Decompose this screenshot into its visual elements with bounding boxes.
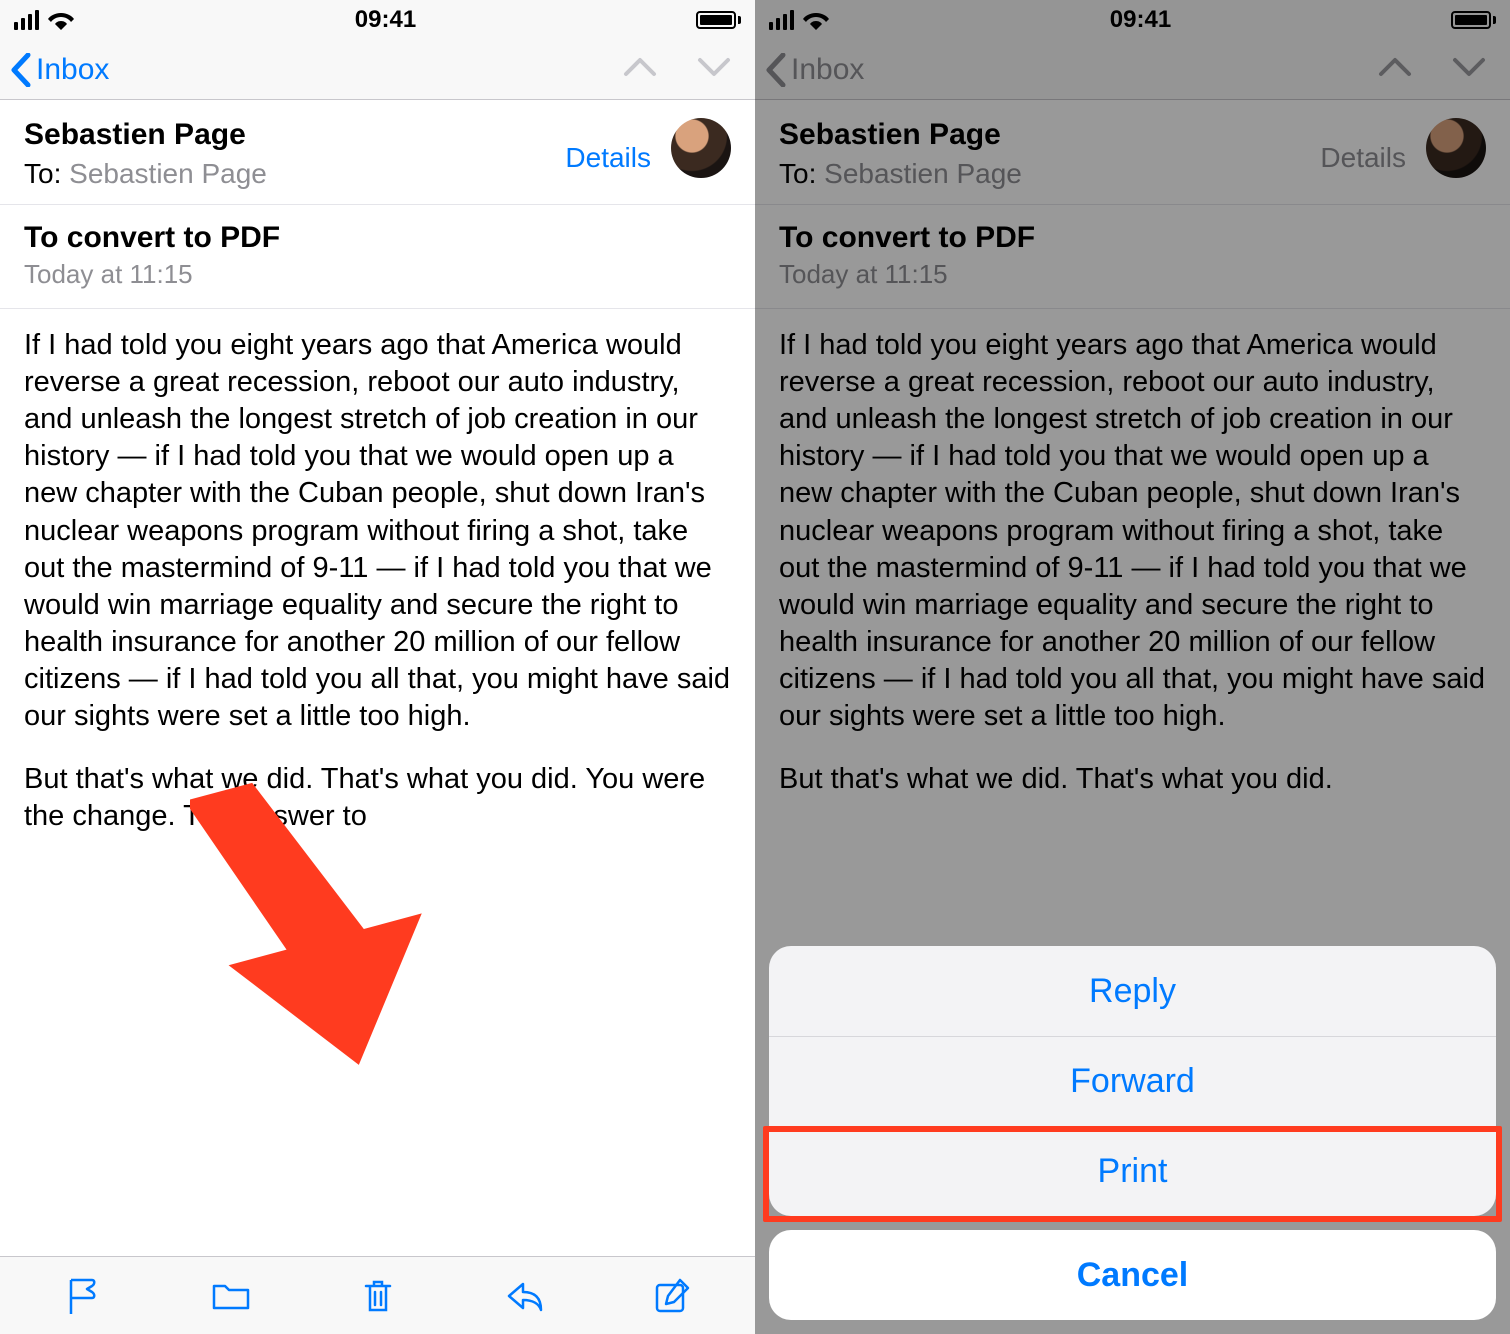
sheet-reply-button[interactable]: Reply: [769, 946, 1496, 1036]
avatar[interactable]: [671, 118, 731, 178]
flag-button[interactable]: [62, 1274, 106, 1318]
back-button[interactable]: Inbox: [10, 53, 109, 87]
battery-icon: [696, 11, 741, 29]
body-paragraph-2: But that's what we did. That's what you …: [779, 761, 1486, 798]
prev-message-button: [1378, 56, 1412, 83]
trash-button[interactable]: [356, 1274, 400, 1318]
to-label: To:: [24, 158, 61, 189]
nav-bar: Inbox: [755, 40, 1510, 100]
prev-message-button[interactable]: [623, 56, 657, 83]
sheet-forward-button[interactable]: Forward: [769, 1036, 1496, 1126]
toolbar: [0, 1256, 755, 1334]
wifi-icon: [802, 10, 830, 30]
sheet-cancel-button[interactable]: Cancel: [769, 1230, 1496, 1320]
subject: To convert to PDF: [24, 221, 731, 255]
mail-header: Sebastien Page To: Sebastien Page Detail…: [0, 100, 755, 205]
back-button[interactable]: Inbox: [765, 53, 864, 87]
wifi-icon: [47, 10, 75, 30]
body-paragraph-1: If I had told you eight years ago that A…: [779, 327, 1486, 735]
to-label: To:: [779, 158, 816, 189]
body-paragraph-2: But that's what we did. That's what you …: [24, 761, 731, 835]
battery-icon: [1451, 11, 1496, 29]
subject: To convert to PDF: [779, 221, 1486, 255]
body-paragraph-1: If I had told you eight years ago that A…: [24, 327, 731, 735]
details-link: Details: [1320, 142, 1406, 174]
phone-right: 09:41 Inbox Sebastien Page To: Sebastien: [755, 0, 1510, 1334]
mail-body: If I had told you eight years ago that A…: [0, 309, 755, 1249]
sheet-options-group: Reply Forward Print: [769, 946, 1496, 1216]
phone-left: 09:41 Inbox Sebastien Page To: Sebastien: [0, 0, 755, 1334]
action-sheet: Reply Forward Print Cancel: [769, 946, 1496, 1320]
to-name: Sebastien Page: [824, 158, 1022, 189]
status-bar: 09:41: [755, 0, 1510, 40]
subject-block: To convert to PDF Today at 11:15: [0, 205, 755, 309]
move-button[interactable]: [209, 1274, 253, 1318]
from-name: Sebastien Page: [24, 118, 267, 152]
sheet-print-button[interactable]: Print: [769, 1126, 1496, 1216]
to-name: Sebastien Page: [69, 158, 267, 189]
mail-date: Today at 11:15: [24, 259, 731, 290]
details-link[interactable]: Details: [565, 142, 651, 174]
reply-button[interactable]: [503, 1274, 547, 1318]
mail-header: Sebastien Page To: Sebastien Page Detail…: [755, 100, 1510, 205]
status-time: 09:41: [1110, 6, 1171, 34]
mail-date: Today at 11:15: [779, 259, 1486, 290]
nav-bar: Inbox: [0, 40, 755, 100]
signal-bars-icon: [14, 10, 39, 30]
mail-body: If I had told you eight years ago that A…: [755, 309, 1510, 1009]
subject-block: To convert to PDF Today at 11:15: [755, 205, 1510, 309]
from-name: Sebastien Page: [779, 118, 1022, 152]
avatar: [1426, 118, 1486, 178]
back-label: Inbox: [36, 53, 109, 87]
next-message-button: [1452, 56, 1486, 83]
back-label: Inbox: [791, 53, 864, 87]
sheet-cancel-group: Cancel: [769, 1230, 1496, 1320]
status-bar: 09:41: [0, 0, 755, 40]
signal-bars-icon: [769, 10, 794, 30]
compose-button[interactable]: [650, 1274, 694, 1318]
status-time: 09:41: [355, 6, 416, 34]
next-message-button[interactable]: [697, 56, 731, 83]
